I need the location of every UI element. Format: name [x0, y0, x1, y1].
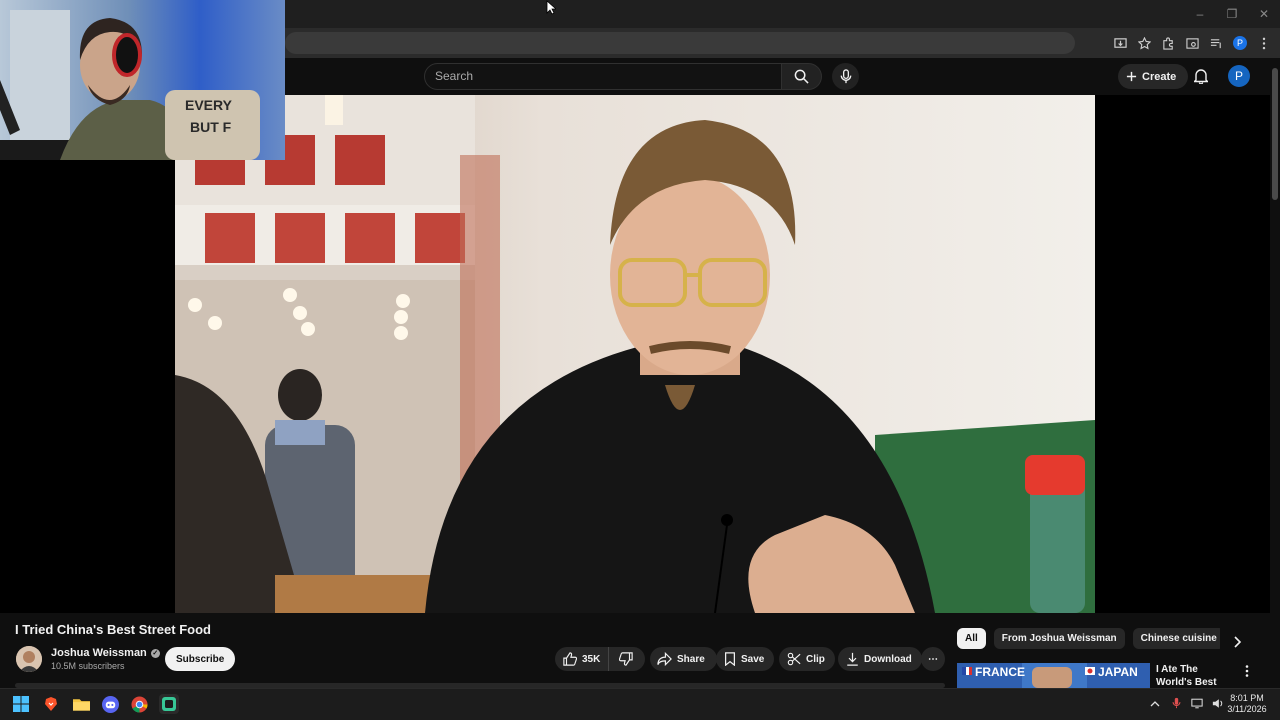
save-label: Save [741, 653, 765, 665]
create-button[interactable]: Create [1118, 64, 1189, 89]
channel-avatar[interactable] [16, 646, 42, 672]
browser-toolbar-icons: P [1112, 32, 1272, 54]
chip-from-channel[interactable]: From Joshua Weissman [993, 628, 1125, 649]
svg-text:EVERY: EVERY [185, 97, 233, 113]
scissors-icon [787, 652, 801, 666]
tray-overflow-icon[interactable] [1148, 696, 1162, 710]
subscribe-button[interactable]: Subscribe [165, 647, 236, 671]
voice-search-button[interactable] [832, 63, 859, 90]
extensions-icon[interactable] [1160, 35, 1176, 51]
chips-next-button[interactable] [1228, 632, 1248, 652]
browser-menu-icon[interactable] [1256, 35, 1272, 51]
discord-icon [101, 695, 119, 713]
svg-text:BUT F: BUT F [190, 119, 232, 135]
search-bar: Search [424, 63, 859, 90]
taskbar-clock[interactable]: 8:01 PM 3/11/2026 [1222, 693, 1272, 715]
clock-time: 8:01 PM [1230, 693, 1264, 703]
os-taskbar [0, 688, 1280, 720]
like-count: 35K [582, 653, 601, 665]
taskbar-file-explorer[interactable] [71, 694, 91, 714]
app-icon [162, 697, 176, 711]
subscriber-count: 10.5M subscribers [51, 661, 125, 671]
search-icon [794, 69, 809, 84]
tab-search-icon[interactable] [1184, 35, 1200, 51]
related-chips: All From Joshua Weissman Chinese cuisine… [957, 628, 1220, 649]
brave-icon [45, 697, 57, 711]
video-title: I Tried China's Best Street Food [15, 622, 211, 637]
chip-chinese-cuisine[interactable]: Chinese cuisine [1132, 628, 1220, 649]
start-button[interactable] [11, 694, 31, 714]
microphone-in-use-icon[interactable] [1169, 696, 1183, 710]
plus-icon [1126, 71, 1137, 82]
share-button[interactable]: Share [650, 647, 717, 671]
clock-date: 3/11/2026 [1227, 704, 1267, 714]
profile-icon[interactable]: P [1232, 35, 1248, 51]
account-avatar[interactable]: P [1228, 65, 1250, 87]
download-icon [847, 652, 858, 666]
install-app-icon[interactable] [1112, 35, 1128, 51]
bookmark-star-icon[interactable] [1136, 35, 1152, 51]
system-tray [1148, 696, 1225, 710]
chrome-icon [130, 695, 148, 713]
taskbar-brave[interactable] [41, 694, 61, 714]
bell-icon [1194, 69, 1208, 84]
webcam-image: EVERY BUT F [0, 0, 285, 160]
download-label: Download [864, 653, 912, 665]
dislike-button[interactable] [609, 647, 643, 671]
share-icon [657, 652, 672, 666]
channel-name-text[interactable]: Joshua Weissman [51, 647, 147, 659]
windows-logo-icon [13, 696, 29, 712]
clip-label: Clip [806, 653, 825, 665]
channel-avatar-image [16, 646, 42, 672]
window-controls: – ❐ ✕ [1184, 0, 1280, 28]
download-button[interactable]: Download [838, 647, 922, 671]
mic-icon [840, 69, 851, 84]
media-control-icon[interactable] [1208, 35, 1224, 51]
page-scrollbar-thumb[interactable] [1272, 68, 1278, 200]
taskbar-app-active[interactable] [159, 694, 179, 714]
create-label: Create [1142, 70, 1177, 83]
like-button[interactable]: 35K [555, 647, 610, 671]
network-icon[interactable] [1190, 696, 1204, 710]
verified-check-icon: ✓ [150, 648, 160, 658]
folder-icon [72, 699, 90, 711]
bookmark-icon [725, 652, 735, 666]
thumb-text-japan: JAPAN [1098, 665, 1138, 679]
channel-name[interactable]: Joshua Weissman ✓ [51, 647, 160, 659]
thumbs-up-icon [563, 652, 577, 666]
video-frame[interactable] [175, 95, 1095, 613]
chip-all[interactable]: All [957, 628, 986, 649]
recommended-thumbnail[interactable]: FRANCE JAPAN [957, 663, 1150, 688]
save-button[interactable]: Save [716, 647, 775, 671]
webcam-overlay: EVERY BUT F [0, 0, 285, 160]
notifications-button[interactable] [1191, 66, 1211, 86]
minimize-button[interactable]: – [1184, 0, 1216, 28]
recommended-more-button[interactable] [1240, 663, 1254, 679]
close-button[interactable]: ✕ [1248, 0, 1280, 28]
chevron-right-icon [1234, 636, 1242, 648]
thumbs-down-icon [619, 652, 634, 666]
restore-button[interactable]: ❐ [1216, 0, 1248, 28]
vertical-dots-icon [1245, 665, 1249, 677]
mouse-cursor-icon [546, 0, 558, 20]
clip-button[interactable]: Clip [779, 647, 835, 671]
taskbar-chrome[interactable] [129, 694, 149, 714]
video-frame-image [175, 95, 1095, 613]
thumb-text-france: FRANCE [975, 665, 1025, 679]
address-bar[interactable] [285, 32, 1075, 54]
like-dislike-group: 35K [555, 647, 645, 671]
search-input[interactable]: Search [424, 63, 782, 90]
search-button[interactable] [782, 63, 822, 90]
share-label: Share [677, 653, 705, 665]
taskbar-discord[interactable] [100, 694, 120, 714]
more-actions-button[interactable]: ⋯ [921, 647, 945, 671]
